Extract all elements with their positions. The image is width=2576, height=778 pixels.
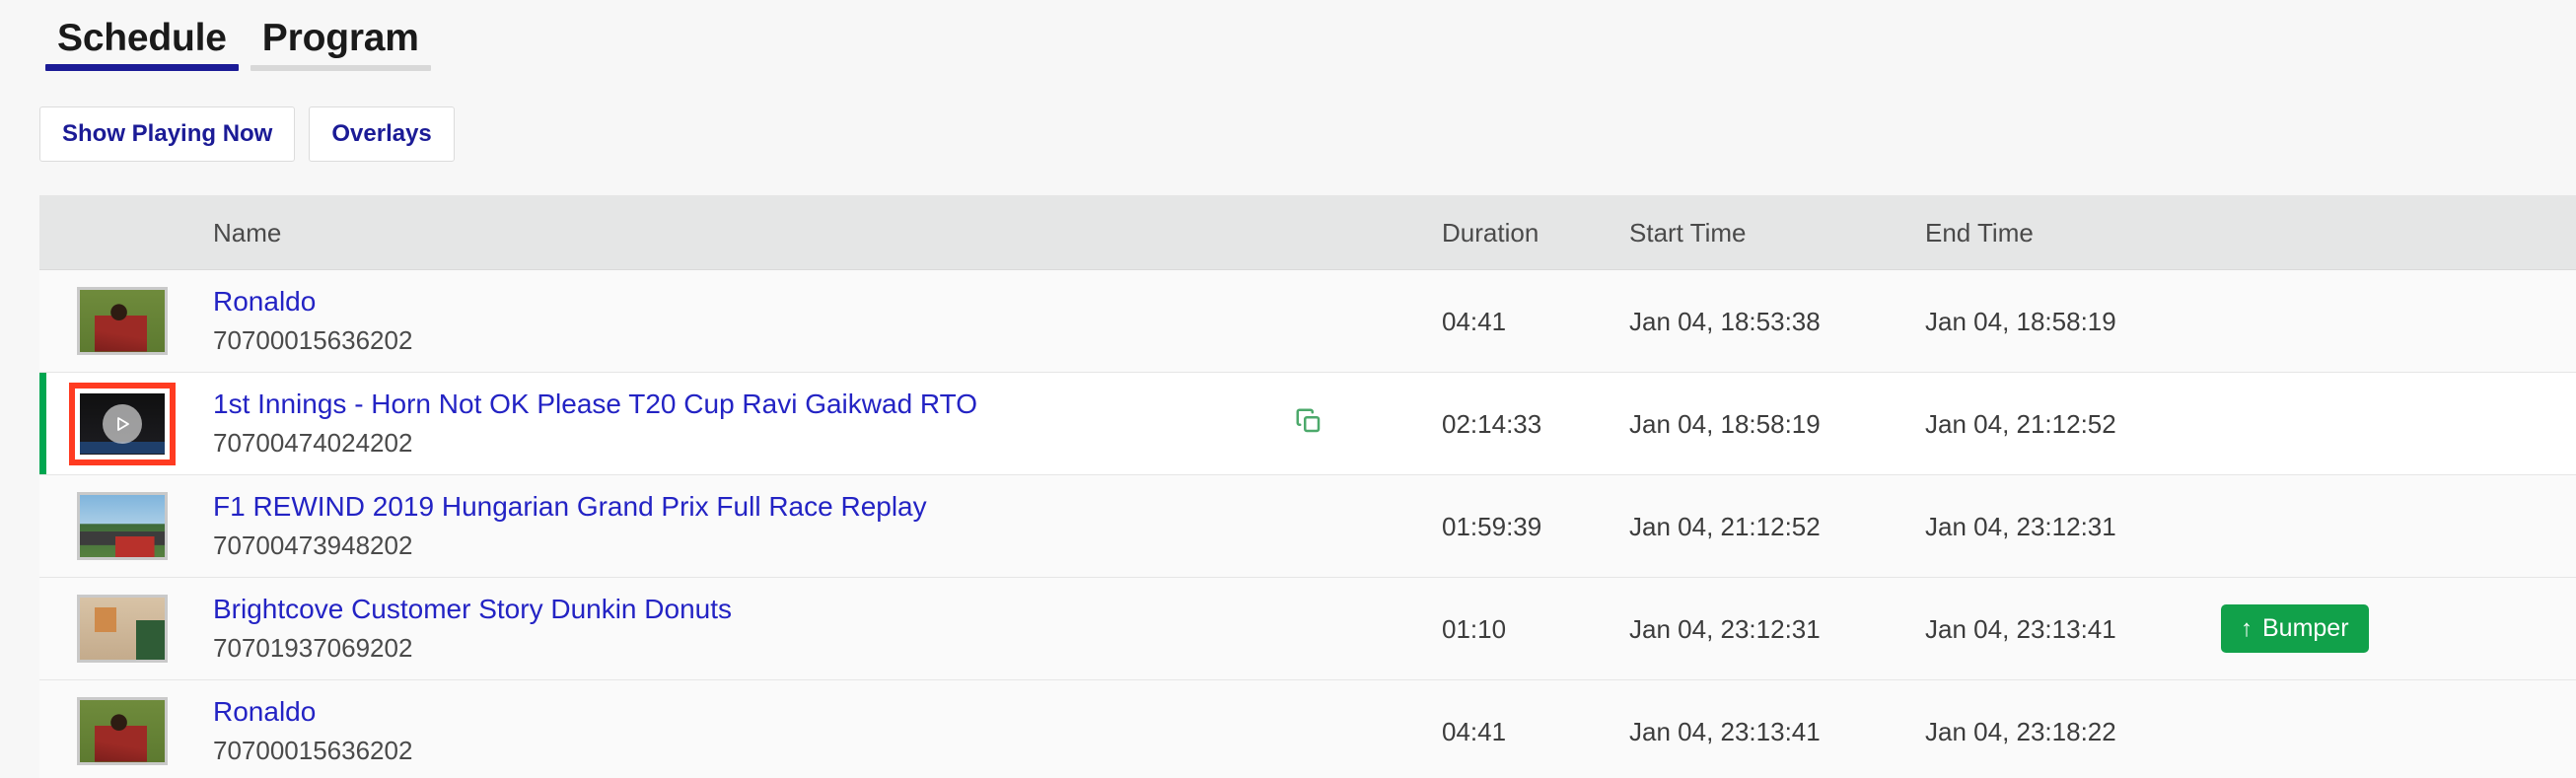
end-time-cell: Jan 04, 23:12:31 bbox=[1925, 511, 2116, 541]
thumbnail-cell[interactable] bbox=[43, 697, 201, 765]
overlays-button[interactable]: Overlays bbox=[309, 106, 455, 162]
start-time-cell: Jan 04, 23:13:41 bbox=[1629, 716, 1821, 746]
thumbnail-image bbox=[80, 598, 165, 660]
start-time-cell: Jan 04, 18:58:19 bbox=[1629, 408, 1821, 439]
tab-schedule-underline bbox=[45, 64, 239, 71]
playing-now-indicator bbox=[39, 680, 46, 778]
thumbnail-image bbox=[80, 290, 165, 352]
table-body: Ronaldo 70700015636202 04:41 Jan 04, 18:53:… bbox=[39, 270, 2576, 778]
thumbnail-cell[interactable] bbox=[43, 492, 201, 560]
duration-cell: 04:41 bbox=[1442, 716, 1507, 746]
thumbnail-image bbox=[80, 495, 165, 557]
tab-program[interactable]: Program bbox=[245, 19, 437, 71]
video-thumbnail[interactable] bbox=[77, 697, 168, 765]
show-playing-now-button[interactable]: Show Playing Now bbox=[39, 106, 296, 162]
action-cell bbox=[1294, 406, 1442, 441]
name-cell: Ronaldo 70700015636202 bbox=[201, 286, 1294, 355]
end-time-cell: Jan 04, 23:18:22 bbox=[1925, 716, 2116, 746]
video-id: 70700473948202 bbox=[213, 530, 413, 560]
column-header-start-time[interactable]: Start Time bbox=[1629, 220, 1925, 246]
video-title-link[interactable]: 1st Innings - Horn Not OK Please T20 Cup… bbox=[213, 389, 1294, 420]
name-cell: 1st Innings - Horn Not OK Please T20 Cup… bbox=[201, 389, 1294, 458]
table-row[interactable]: 1st Innings - Horn Not OK Please T20 Cup… bbox=[39, 373, 2576, 475]
schedule-page: Schedule Program Show Playing Now Overla… bbox=[0, 0, 2576, 778]
video-id: 70700015636202 bbox=[213, 735, 413, 765]
video-title-link[interactable]: Brightcove Customer Story Dunkin Donuts bbox=[213, 594, 1294, 625]
playing-now-indicator bbox=[39, 475, 46, 577]
tab-schedule[interactable]: Schedule bbox=[39, 19, 245, 71]
start-time-cell: Jan 04, 18:53:38 bbox=[1629, 306, 1821, 336]
column-header-duration[interactable]: Duration bbox=[1442, 220, 1629, 246]
video-thumbnail[interactable] bbox=[77, 287, 168, 355]
video-id: 70700474024202 bbox=[213, 427, 413, 458]
copy-icon[interactable] bbox=[1294, 406, 1324, 436]
video-thumbnail[interactable] bbox=[69, 382, 176, 465]
tab-bar: Schedule Program bbox=[39, 0, 437, 71]
name-cell: Brightcove Customer Story Dunkin Donuts 7… bbox=[201, 594, 1294, 663]
playing-now-indicator bbox=[39, 578, 46, 679]
tab-program-underline bbox=[250, 65, 431, 71]
video-id: 70700015636202 bbox=[213, 324, 413, 355]
end-time-cell: Jan 04, 23:13:41 bbox=[1925, 613, 2116, 644]
table-row[interactable]: Ronaldo 70700015636202 04:41 Jan 04, 18:53:… bbox=[39, 270, 2576, 373]
table-row[interactable]: F1 REWIND 2019 Hungarian Grand Prix Full… bbox=[39, 475, 2576, 578]
thumbnail-cell[interactable] bbox=[43, 287, 201, 355]
video-id: 70701937069202 bbox=[213, 632, 413, 663]
table-header-row: Name Duration Start Time End Time bbox=[39, 195, 2576, 270]
tab-program-label: Program bbox=[261, 17, 419, 59]
video-thumbnail[interactable] bbox=[77, 492, 168, 560]
arrow-up-icon: ↑ bbox=[2241, 614, 2253, 642]
end-time-cell: Jan 04, 18:58:19 bbox=[1925, 306, 2116, 336]
video-title-link[interactable]: F1 REWIND 2019 Hungarian Grand Prix Full… bbox=[213, 491, 1294, 523]
start-time-cell: Jan 04, 23:12:31 bbox=[1629, 613, 1821, 644]
status-badge[interactable]: ↑ Bumper bbox=[2221, 604, 2369, 653]
table-row[interactable]: Brightcove Customer Story Dunkin Donuts 7… bbox=[39, 578, 2576, 680]
name-cell: Ronaldo 70700015636202 bbox=[201, 696, 1294, 765]
table-row[interactable]: Ronaldo 70700015636202 04:41 Jan 04, 23:13:… bbox=[39, 680, 2576, 778]
duration-cell: 01:10 bbox=[1442, 613, 1507, 644]
video-title-link[interactable]: Ronaldo bbox=[213, 696, 1294, 728]
playing-now-indicator bbox=[39, 270, 46, 372]
thumbnail-cell[interactable] bbox=[43, 382, 201, 465]
tab-schedule-label: Schedule bbox=[57, 17, 227, 59]
schedule-table: Name Duration Start Time End Time Ronald… bbox=[39, 195, 2576, 778]
thumbnail-cell[interactable] bbox=[43, 595, 201, 663]
video-title-link[interactable]: Ronaldo bbox=[213, 286, 1294, 318]
play-icon[interactable] bbox=[103, 403, 142, 444]
action-button-bar: Show Playing Now Overlays bbox=[39, 106, 455, 162]
column-header-name[interactable]: Name bbox=[201, 220, 1294, 246]
badge-cell: ↑ Bumper bbox=[2221, 604, 2576, 653]
start-time-cell: Jan 04, 21:12:52 bbox=[1629, 511, 1821, 541]
video-thumbnail[interactable] bbox=[77, 595, 168, 663]
status-badge-label: Bumper bbox=[2262, 614, 2349, 642]
column-header-end-time[interactable]: End Time bbox=[1925, 220, 2221, 246]
end-time-cell: Jan 04, 21:12:52 bbox=[1925, 408, 2116, 439]
name-cell: F1 REWIND 2019 Hungarian Grand Prix Full… bbox=[201, 491, 1294, 560]
thumbnail-image bbox=[80, 700, 165, 762]
duration-cell: 02:14:33 bbox=[1442, 408, 1542, 439]
duration-cell: 04:41 bbox=[1442, 306, 1507, 336]
duration-cell: 01:59:39 bbox=[1442, 511, 1542, 541]
playing-now-indicator bbox=[39, 373, 46, 474]
